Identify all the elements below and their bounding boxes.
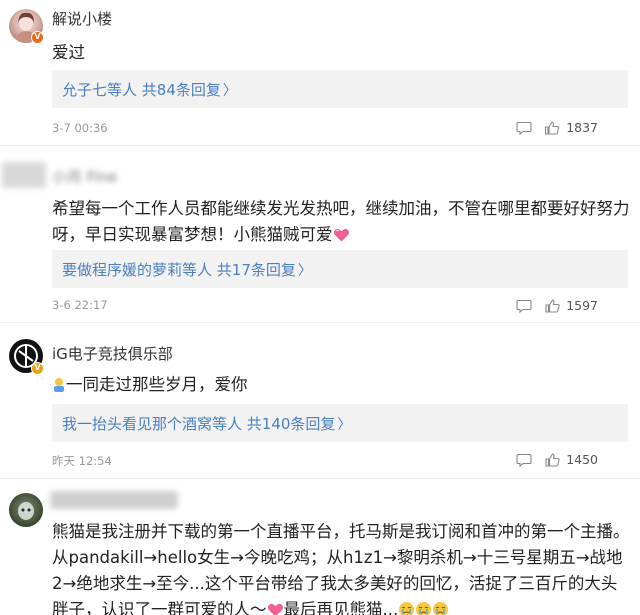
username[interactable]: 小月 Fine — [52, 166, 117, 187]
comment-text-tail: 最后再见熊猫... — [283, 600, 399, 615]
reply-names[interactable]: 允子七等人 — [62, 81, 137, 99]
chevron-right-icon: 〉 — [297, 263, 312, 279]
reply-summary[interactable]: 允子七等人 共84条回复〉 — [52, 70, 628, 108]
reply-names[interactable]: 我一抬头看见那个酒窝等人 — [62, 415, 242, 433]
comment-text: 一同走过那些岁月，爱你 — [52, 372, 248, 398]
like-button[interactable]: 1837 — [544, 120, 598, 135]
reply-icon[interactable] — [516, 299, 532, 313]
reply-names[interactable]: 要做程序媛的萝莉等人 — [62, 261, 212, 279]
like-icon — [545, 298, 560, 313]
like-count: 1837 — [566, 120, 598, 135]
reply-count[interactable]: 共84条回复 — [137, 81, 221, 99]
comment-text-body: 一同走过那些岁月，爱你 — [66, 375, 248, 394]
reply-summary-link[interactable]: 要做程序媛的萝莉等人 共17条回复〉 — [62, 259, 312, 280]
like-button[interactable]: 1597 — [545, 298, 598, 313]
heart-emoji — [333, 228, 349, 242]
like-count: 1597 — [566, 298, 598, 313]
cry-emoji — [416, 602, 432, 615]
avatar[interactable] — [9, 493, 43, 527]
reply-icon[interactable] — [516, 121, 532, 135]
chevron-right-icon: 〉 — [222, 83, 237, 99]
comment-item: V 解说小楼 爱过 允子七等人 共84条回复〉 3-7 00:36 1837 — [0, 0, 640, 145]
like-icon — [545, 120, 560, 135]
like-icon — [545, 452, 560, 467]
username[interactable]: iG电子竞技俱乐部 — [52, 343, 173, 364]
comment-item: 熊猫是我注册并下载的第一个直播平台，托马斯是我订阅和首冲的第一个主播。从pand… — [0, 479, 640, 615]
comment-item: V iG电子竞技俱乐部 一同走过那些岁月，爱你 我一抬头看见那个酒窝等人 共14… — [0, 323, 640, 478]
reply-summary[interactable]: 我一抬头看见那个酒窝等人 共140条回复〉 — [52, 404, 628, 442]
reply-summary-link[interactable]: 允子七等人 共84条回复〉 — [62, 79, 237, 100]
like-count: 1450 — [566, 452, 598, 467]
chevron-right-icon: 〉 — [337, 417, 352, 433]
comment-text: 熊猫是我注册并下载的第一个直播平台，托马斯是我订阅和首冲的第一个主播。从pand… — [52, 519, 632, 615]
heart-emoji — [267, 603, 283, 615]
verified-badge-icon: V — [31, 31, 44, 44]
reply-count[interactable]: 共140条回复 — [242, 415, 336, 433]
person-emoji — [54, 378, 64, 392]
comment-item: 小月 Fine 希望每一个工作人员都能继续发光发热吧，继续加油，不管在哪里都要好… — [0, 146, 640, 322]
avatar[interactable] — [2, 162, 46, 188]
timestamp: 昨天 12:54 — [52, 454, 112, 468]
like-button[interactable]: 1450 — [545, 452, 598, 467]
comment-text: 希望每一个工作人员都能继续发光发热吧，继续加油，不管在哪里都要好好努力呀，早日实… — [52, 196, 630, 248]
verified-badge-icon: V — [31, 362, 44, 375]
timestamp: 3-6 22:17 — [52, 298, 108, 312]
reply-summary-link[interactable]: 我一抬头看见那个酒窝等人 共140条回复〉 — [62, 413, 351, 434]
timestamp: 3-7 00:36 — [52, 121, 108, 135]
username[interactable] — [50, 491, 178, 509]
username[interactable]: 解说小楼 — [52, 8, 112, 29]
reply-count[interactable]: 共17条回复 — [212, 261, 296, 279]
reply-icon[interactable] — [516, 453, 532, 467]
cry-emoji — [433, 602, 449, 615]
cry-emoji — [399, 602, 415, 615]
comment-text: 爱过 — [52, 43, 85, 62]
reply-summary[interactable]: 要做程序媛的萝莉等人 共17条回复〉 — [52, 250, 628, 288]
